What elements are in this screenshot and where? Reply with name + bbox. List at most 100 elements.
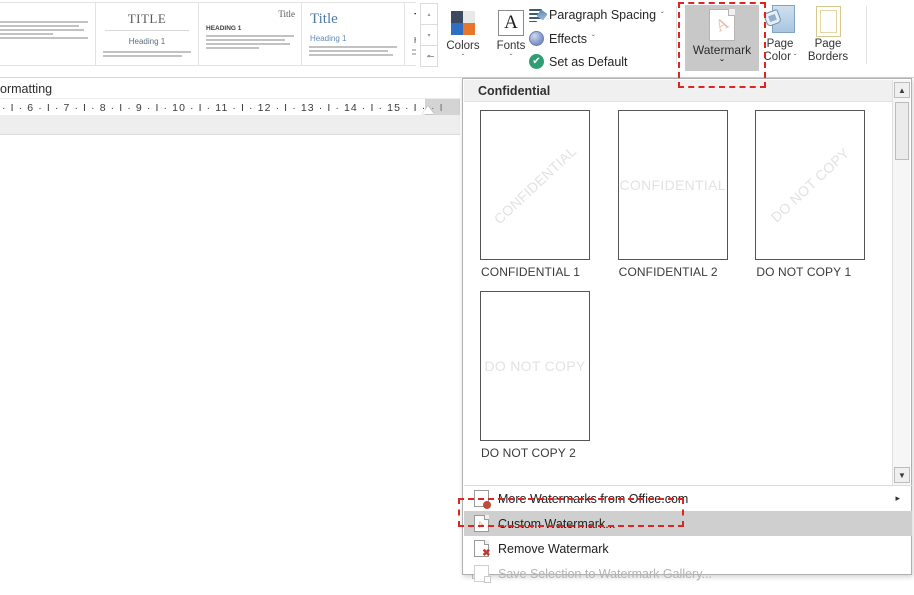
- page-color-icon-wrap: [765, 4, 795, 38]
- gallery-scroll-down-icon[interactable]: ▾: [421, 25, 437, 46]
- document-page[interactable]: [0, 135, 460, 595]
- set-as-default-button[interactable]: ✔ Set as Default: [529, 54, 628, 69]
- effects-button[interactable]: Effects ˇ: [529, 31, 595, 46]
- ruler-ticks: · I · 6 · I · 7 · I · 8 · I · 9 · I · 10…: [0, 99, 425, 116]
- paragraph-spacing-button[interactable]: Paragraph Spacing ˇ: [529, 8, 664, 22]
- style-set-thumbnail[interactable]: [0, 2, 96, 66]
- style-thumb-title: TITLE: [96, 11, 198, 27]
- style-gallery-scroll-controls[interactable]: ▴ ▾ ▾: [420, 3, 438, 67]
- effects-icon: [529, 31, 544, 46]
- group-separator: [676, 6, 677, 64]
- chevron-down-icon[interactable]: ˇ: [720, 57, 724, 71]
- watermark-menu-list[interactable]: More Watermarks from Office.com ▸ A Cust…: [464, 486, 912, 586]
- check-circle-icon: ✔: [529, 54, 544, 69]
- theme-fonts-button[interactable]: A Fonts ˇ: [488, 6, 534, 62]
- page-borders-icon: [816, 6, 841, 37]
- menu-item-custom-watermark[interactable]: A Custom Watermark...: [464, 511, 912, 536]
- style-set-thumbnail[interactable]: Title HEADING 1: [198, 2, 302, 66]
- fonts-label: Fonts: [497, 40, 526, 53]
- horizontal-ruler[interactable]: · I · 6 · I · 7 · I · 8 · I · 9 · I · 10…: [0, 98, 460, 115]
- watermark-preview-text: CONFIDENTIAL: [620, 177, 726, 193]
- style-thumb-heading: HEADING 1: [206, 25, 301, 32]
- watermark-gallery-item[interactable]: DO NOT COPY DO NOT COPY 1: [755, 110, 893, 291]
- page-borders-icon-wrap: [816, 4, 841, 38]
- watermark-preview-text: CONFIDENTIAL: [491, 143, 580, 227]
- gallery-row: DO NOT COPY DO NOT COPY 2: [480, 291, 893, 472]
- scroll-down-arrow-icon[interactable]: ▼: [894, 467, 910, 483]
- scroll-up-arrow-icon[interactable]: ▲: [894, 82, 910, 98]
- effects-label: Effects: [549, 32, 587, 46]
- chevron-down-icon[interactable]: ˇ: [661, 11, 664, 20]
- style-thumb-title: Title: [199, 9, 295, 19]
- watermark-item-label: CONFIDENTIAL 1: [481, 265, 618, 279]
- watermark-gallery[interactable]: CONFIDENTIAL CONFIDENTIAL 1 CONFIDENTIAL…: [464, 102, 893, 485]
- watermark-preview[interactable]: CONFIDENTIAL: [480, 110, 590, 260]
- watermark-gallery-item[interactable]: CONFIDENTIAL CONFIDENTIAL 1: [480, 110, 618, 291]
- chevron-down-icon[interactable]: ˇ: [794, 53, 797, 62]
- menu-item-label: More Watermarks from Office.com: [498, 492, 895, 506]
- ruler-gap: [0, 115, 460, 135]
- watermark-preview-text: DO NOT COPY: [484, 358, 585, 374]
- page-borders-button[interactable]: Page Borders: [800, 4, 856, 64]
- watermark-preview[interactable]: DO NOT COPY: [480, 291, 590, 441]
- style-set-gallery[interactable]: TITLE Heading 1 Title HEADING 1 Title He…: [0, 2, 416, 68]
- ribbon-design-tab: TITLE Heading 1 Title HEADING 1 Title He…: [0, 0, 914, 78]
- gallery-scrollbar[interactable]: ▲ ▼: [892, 80, 910, 485]
- paragraph-spacing-icon: [529, 8, 544, 22]
- swatch: [463, 23, 475, 35]
- menu-item-label: Remove Watermark: [498, 542, 912, 556]
- style-thumb-heading: Heading 1: [96, 37, 198, 46]
- theme-colors-button[interactable]: Colors ˇ: [440, 6, 486, 62]
- watermark-preview-text: DO NOT COPY: [768, 145, 853, 226]
- style-set-thumbnail[interactable]: Title Heading 1: [404, 2, 416, 66]
- watermark-gallery-item[interactable]: DO NOT COPY DO NOT COPY 2: [480, 291, 622, 472]
- gallery-scroll-up-icon[interactable]: ▴: [421, 4, 437, 25]
- page-borders-label-line2: Borders: [808, 51, 848, 64]
- ribbon-group-label: ormatting: [0, 79, 460, 98]
- paragraph-spacing-label: Paragraph Spacing: [549, 8, 656, 22]
- fonts-icon-wrap: A: [498, 6, 524, 40]
- swatch: [451, 11, 463, 23]
- watermark-item-label: DO NOT COPY 1: [756, 265, 893, 279]
- submenu-arrow-icon[interactable]: ▸: [895, 493, 900, 504]
- group-separator: [866, 6, 867, 64]
- chevron-down-icon[interactable]: ˇ: [592, 34, 595, 43]
- page-color-button[interactable]: Page Color ˇ: [758, 4, 802, 64]
- gallery-more-icon[interactable]: ▾: [421, 46, 437, 66]
- menu-item-more-watermarks[interactable]: More Watermarks from Office.com ▸: [464, 486, 912, 511]
- left-indent-marker[interactable]: [422, 106, 434, 114]
- menu-item-remove-watermark[interactable]: ✖ Remove Watermark: [464, 536, 912, 561]
- menu-item-label: Save Selection to Watermark Gallery...: [498, 567, 912, 581]
- page-color-label-line2: Color: [763, 51, 790, 64]
- page-borders-label-line1: Page: [815, 38, 842, 51]
- watermark-gallery-item[interactable]: CONFIDENTIAL CONFIDENTIAL 2: [618, 110, 756, 291]
- chevron-down-icon[interactable]: ˇ: [462, 53, 465, 62]
- gallery-group-title: Confidential: [464, 80, 893, 102]
- divider: [105, 30, 189, 31]
- style-set-thumbnail[interactable]: TITLE Heading 1: [95, 2, 199, 66]
- remove-watermark-icon: ✖: [464, 540, 498, 557]
- style-thumb-heading: Heading 1: [414, 36, 416, 45]
- scrollbar-thumb[interactable]: [895, 102, 909, 160]
- page-color-label-line2-wrap: Color ˇ: [763, 51, 796, 64]
- watermark-label: Watermark: [693, 43, 751, 57]
- watermark-button[interactable]: A Watermark ˇ: [685, 5, 759, 71]
- style-thumb-heading: Heading 1: [310, 34, 404, 43]
- style-thumb-title: Title: [414, 11, 416, 29]
- style-thumb-title: Title: [310, 11, 404, 28]
- watermark-preview[interactable]: CONFIDENTIAL: [618, 110, 728, 260]
- style-set-thumbnail[interactable]: Title Heading 1: [301, 2, 405, 66]
- colors-label: Colors: [446, 40, 479, 53]
- watermark-dropdown-menu[interactable]: Confidential CONFIDENTIAL CONFIDENTIAL 1…: [462, 78, 912, 575]
- swatch: [451, 23, 463, 35]
- swatch: [463, 11, 475, 23]
- custom-watermark-icon: A: [464, 515, 498, 532]
- fonts-icon: A: [498, 10, 524, 36]
- chevron-down-icon[interactable]: ˇ: [510, 53, 513, 62]
- gallery-row: CONFIDENTIAL CONFIDENTIAL 1 CONFIDENTIAL…: [480, 110, 893, 291]
- page-color-icon: [765, 5, 795, 37]
- watermark-preview[interactable]: DO NOT COPY: [755, 110, 865, 260]
- colors-icon-wrap: [451, 6, 475, 40]
- page-color-label-line1: Page: [767, 38, 794, 51]
- menu-item-save-selection: Save Selection to Watermark Gallery...: [464, 561, 912, 586]
